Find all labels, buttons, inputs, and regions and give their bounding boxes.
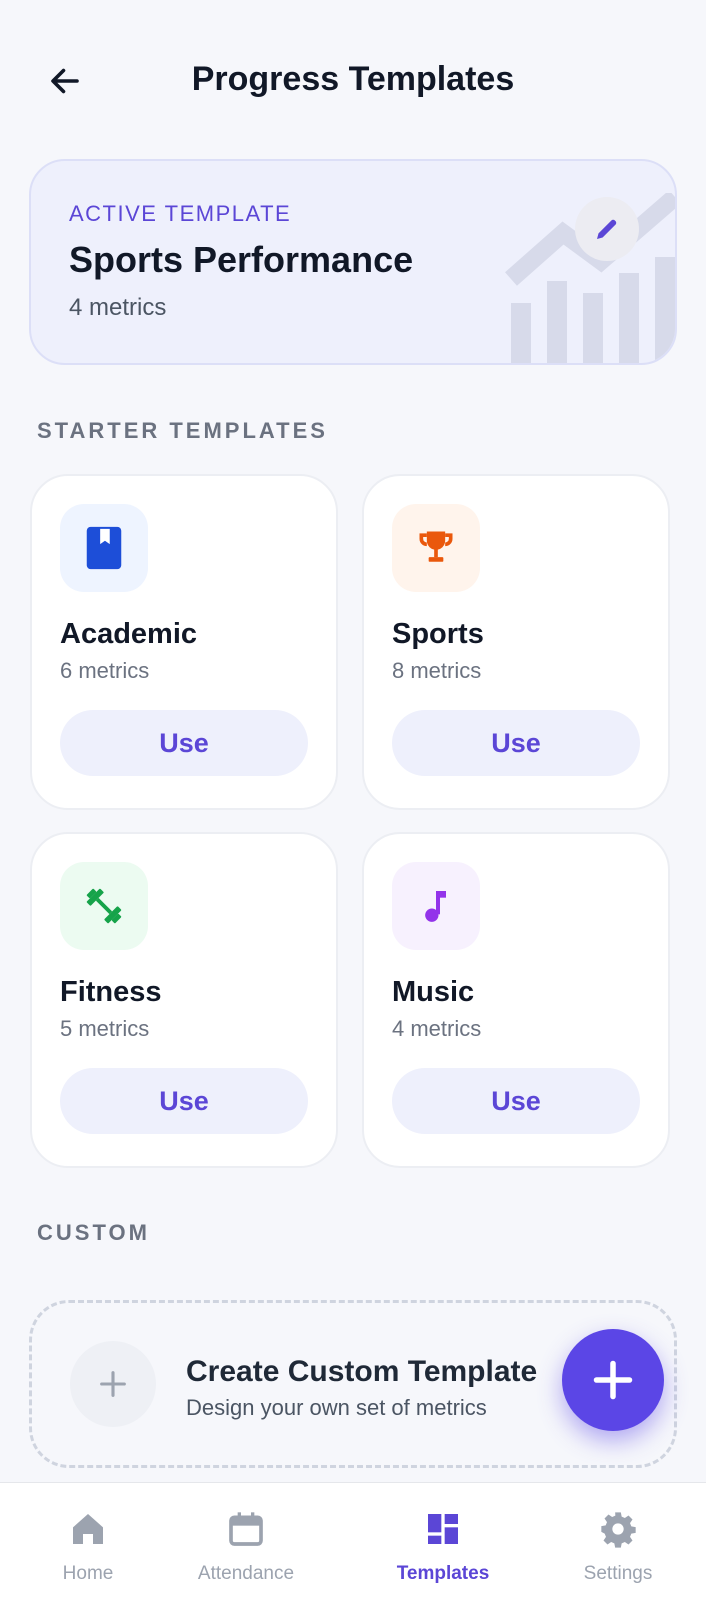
- template-icon-tile: [392, 504, 480, 592]
- plus-icon: [593, 1360, 633, 1400]
- custom-plus-circle: [70, 1341, 156, 1427]
- edit-template-button[interactable]: [575, 197, 639, 261]
- nav-label: Templates: [396, 1563, 490, 1584]
- template-metrics: 6 metrics: [60, 658, 150, 683]
- nav-label: Attendance: [197, 1563, 295, 1584]
- use-academic-button[interactable]: Use: [60, 710, 308, 776]
- bottom-navigation: Home Attendance Templates Settings: [0, 1482, 706, 1600]
- template-name: Academic: [60, 618, 198, 650]
- nav-item-templates[interactable]: Templates: [355, 1483, 531, 1600]
- header: Progress Templates: [0, 0, 706, 160]
- custom-heading: CUSTOM: [37, 1220, 150, 1245]
- progress-templates-screen: Progress Templates ACTIVE TEMPLATE Sport…: [0, 0, 706, 1600]
- home-icon: [73, 1514, 103, 1544]
- page-title: Progress Templates: [191, 60, 515, 98]
- active-template-card[interactable]: ACTIVE TEMPLATE Sports Performance 4 met…: [29, 159, 677, 365]
- add-template-fab[interactable]: [562, 1329, 664, 1431]
- starter-templates-heading: STARTER TEMPLATES: [37, 418, 328, 443]
- calendar-icon: [229, 1512, 263, 1546]
- use-fitness-button[interactable]: Use: [60, 1068, 308, 1134]
- template-card-music[interactable]: Music 4 metrics Use: [362, 832, 670, 1168]
- active-template-name: Sports Performance: [69, 239, 414, 280]
- template-name: Music: [392, 976, 475, 1008]
- book-icon: [86, 526, 122, 570]
- template-name: Sports: [392, 618, 484, 650]
- nav-label: Settings: [583, 1563, 653, 1584]
- dumbbell-icon: [86, 888, 122, 924]
- template-metrics: 5 metrics: [60, 1016, 150, 1041]
- template-card-sports[interactable]: Sports 8 metrics Use: [362, 474, 670, 810]
- use-music-button[interactable]: Use: [392, 1068, 640, 1134]
- template-card-fitness[interactable]: Fitness 5 metrics Use: [30, 832, 338, 1168]
- template-icon-tile: [392, 862, 480, 950]
- template-card-academic[interactable]: Academic 6 metrics Use: [30, 474, 338, 810]
- template-icon-tile: [60, 504, 148, 592]
- trophy-icon: [419, 531, 453, 562]
- custom-template-title: Create Custom Template: [186, 1355, 538, 1388]
- nav-item-settings[interactable]: Settings: [530, 1483, 706, 1600]
- active-template-metrics: 4 metrics: [69, 294, 167, 321]
- nav-item-attendance[interactable]: Attendance: [158, 1483, 334, 1600]
- music-note-icon: [425, 891, 446, 922]
- gear-icon: [601, 1512, 636, 1548]
- dashboard-icon: [428, 1514, 458, 1544]
- nav-label: Home: [62, 1563, 114, 1584]
- template-metrics: 4 metrics: [392, 1016, 482, 1041]
- template-icon-tile: [60, 862, 148, 950]
- plus-icon: [100, 1371, 126, 1397]
- pencil-icon: [597, 219, 617, 239]
- template-name: Fitness: [60, 976, 162, 1008]
- nav-item-home[interactable]: Home: [0, 1483, 176, 1600]
- custom-template-subtitle: Design your own set of metrics: [186, 1395, 487, 1420]
- template-metrics: 8 metrics: [392, 658, 482, 683]
- active-template-label: ACTIVE TEMPLATE: [69, 201, 292, 226]
- use-sports-button[interactable]: Use: [392, 710, 640, 776]
